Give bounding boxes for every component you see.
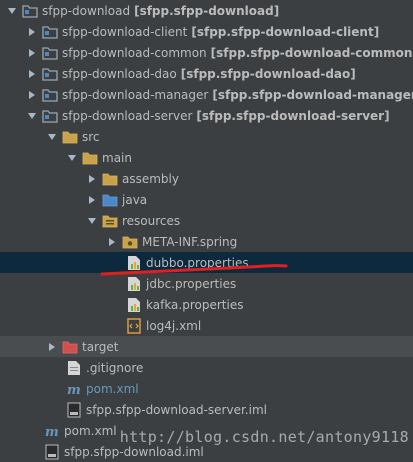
tree-node-client[interactable]: sfpp-download-client [sfpp.sfpp-download… — [0, 21, 413, 42]
collapse-arrow-icon[interactable] — [46, 341, 58, 353]
package-folder-icon — [122, 234, 138, 250]
tree-node-server-iml[interactable]: sfpp.sfpp-download-server.iml — [0, 399, 413, 420]
watermark: http://blog.csdn.net/antony9118 — [119, 428, 409, 446]
tree-node-dao[interactable]: sfpp-download-dao [sfpp.sfpp-download-da… — [0, 63, 413, 84]
expand-arrow-icon[interactable] — [26, 110, 38, 122]
tree-node-target[interactable]: target — [0, 336, 413, 357]
tree-node-label: sfpp.sfpp-download-server.iml — [86, 402, 267, 417]
tree-node-label: META-INF.spring — [142, 234, 238, 249]
collapse-arrow-icon[interactable] — [26, 47, 38, 59]
expand-arrow-icon[interactable] — [66, 152, 78, 164]
tree-node-log4j-xml[interactable]: log4j.xml — [0, 315, 413, 336]
maven-icon: m — [44, 423, 60, 439]
tree-node-label: kafka.properties — [146, 297, 244, 312]
collapse-arrow-icon[interactable] — [26, 26, 38, 38]
tree-node-label: pom.xml — [64, 423, 117, 438]
tree-node-label: sfpp-download-server — [62, 108, 193, 123]
module-name: [sfpp.sfpp-download-client] — [191, 24, 380, 39]
tree-node-label: sfpp-download — [42, 3, 131, 18]
tree-node-main[interactable]: main — [0, 147, 413, 168]
collapse-arrow-icon[interactable] — [26, 89, 38, 101]
tree-node-dubbo-properties[interactable]: dubbo.properties — [0, 252, 413, 273]
text-file-icon — [66, 360, 82, 376]
module-name: [sfpp.sfpp-download-manager] — [212, 87, 413, 102]
module-name: [sfpp.sfpp-download-dao] — [180, 66, 356, 81]
tree-node-gitignore[interactable]: .gitignore — [0, 357, 413, 378]
tree-node-resources[interactable]: resources — [0, 210, 413, 231]
tree-node-label: target — [82, 339, 119, 354]
svg-text:m: m — [67, 383, 81, 396]
tree-node-label: log4j.xml — [146, 318, 202, 333]
tree-node-java[interactable]: java — [0, 189, 413, 210]
tree-node-jdbc-properties[interactable]: jdbc.properties — [0, 273, 413, 294]
folder-icon — [62, 129, 78, 145]
module-name: [sfpp.sfpp-download] — [134, 3, 280, 18]
tree-node-server[interactable]: sfpp-download-server [sfpp.sfpp-download… — [0, 105, 413, 126]
tree-node-label: resources — [122, 213, 181, 228]
tree-node-label: dubbo.properties — [146, 255, 249, 270]
resources-folder-icon — [102, 213, 118, 229]
collapse-arrow-icon[interactable] — [86, 173, 98, 185]
xml-file-icon — [126, 317, 142, 334]
collapse-arrow-icon[interactable] — [26, 68, 38, 80]
module-folder-icon — [22, 3, 38, 19]
module-folder-icon — [42, 45, 58, 61]
tree-node-label: sfpp-download-common — [62, 45, 207, 60]
module-folder-icon — [42, 66, 58, 82]
tree-node-label: assembly — [122, 171, 179, 186]
properties-file-icon — [126, 297, 142, 313]
tree-node-label: java — [122, 192, 148, 207]
folder-icon — [102, 171, 118, 187]
module-folder-icon — [42, 24, 58, 40]
tree-node-label: pom.xml — [86, 381, 139, 396]
tree-node-label: sfpp-download-dao — [62, 66, 177, 81]
tree-node-label: main — [102, 150, 132, 165]
svg-text:m: m — [45, 425, 59, 438]
tree-node-label: sfpp.sfpp-download.iml — [64, 444, 204, 459]
iml-file-icon — [44, 444, 60, 460]
expand-arrow-icon[interactable] — [86, 215, 98, 227]
folder-icon — [82, 150, 98, 166]
collapse-arrow-icon[interactable] — [106, 236, 118, 248]
module-folder-icon — [42, 108, 58, 124]
module-name: [sfpp.sfpp-download-server] — [196, 108, 390, 123]
tree-node-meta-inf[interactable]: META-INF.spring — [0, 231, 413, 252]
source-folder-icon — [102, 192, 118, 208]
tree-node-common[interactable]: sfpp-download-common [sfpp.sfpp-download… — [0, 42, 413, 63]
tree-node-src[interactable]: src — [0, 126, 413, 147]
tree-node-kafka-properties[interactable]: kafka.properties — [0, 294, 413, 315]
properties-file-icon — [126, 255, 142, 271]
project-tree: sfpp-download [sfpp.sfpp-download] sfpp-… — [0, 0, 413, 460]
tree-node-label: .gitignore — [86, 360, 144, 375]
tree-node-label: sfpp-download-manager — [62, 87, 209, 102]
iml-file-icon — [66, 402, 82, 418]
tree-node-label: jdbc.properties — [146, 276, 237, 291]
tree-node-assembly[interactable]: assembly — [0, 168, 413, 189]
expand-arrow-icon[interactable] — [46, 131, 58, 143]
module-name: [sfpp.sfpp-download-common] — [210, 45, 413, 60]
collapse-arrow-icon[interactable] — [86, 194, 98, 206]
tree-node-server-pom[interactable]: m pom.xml — [0, 378, 413, 399]
tree-node-root[interactable]: sfpp-download [sfpp.sfpp-download] — [0, 0, 413, 21]
tree-node-manager[interactable]: sfpp-download-manager [sfpp.sfpp-downloa… — [0, 84, 413, 105]
tree-node-label: sfpp-download-client — [62, 24, 188, 39]
excluded-folder-icon — [62, 339, 78, 355]
module-folder-icon — [42, 87, 58, 103]
expand-arrow-icon[interactable] — [6, 5, 18, 17]
properties-file-icon — [126, 276, 142, 292]
tree-node-label: src — [82, 129, 100, 144]
maven-icon: m — [66, 381, 82, 397]
